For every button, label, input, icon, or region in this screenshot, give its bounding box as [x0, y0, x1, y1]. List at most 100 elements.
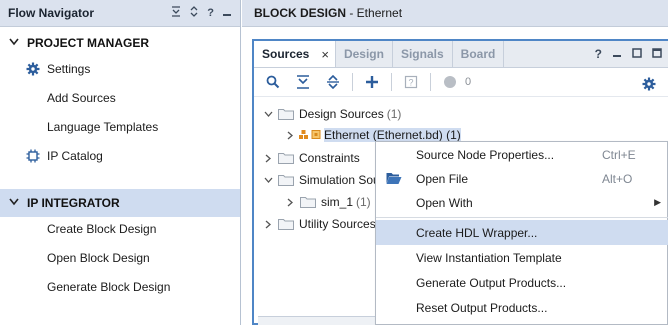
chevron-right-icon[interactable] — [284, 131, 296, 140]
gear-icon — [25, 61, 41, 77]
toolbar-divider — [352, 73, 353, 91]
nav-item-ip-catalog[interactable]: IP Catalog — [0, 142, 240, 170]
add-icon[interactable] — [361, 71, 383, 93]
menu-item-view-instantiation-template[interactable]: View Instantiation Template — [376, 245, 668, 270]
nav-item-label: Open Block Design — [47, 251, 150, 265]
menu-item-source-node-properties[interactable]: Source Node Properties... Ctrl+E — [376, 142, 668, 167]
nav-item-label: Generate Block Design — [47, 280, 171, 294]
toolbar-divider — [391, 73, 392, 91]
expand-all-icon[interactable] — [189, 6, 199, 20]
menu-item-create-hdl-wrapper[interactable]: Create HDL Wrapper... — [376, 220, 668, 245]
tree-item-constraints[interactable]: Constraints — [262, 147, 360, 169]
tree-item-label: Constraints — [299, 151, 360, 165]
folder-icon — [300, 196, 316, 208]
bottom-tab-strip — [258, 316, 376, 325]
tab-sources[interactable]: Sources × — [254, 41, 336, 67]
menu-item-label: Create HDL Wrapper... — [416, 225, 538, 240]
nav-item-generate-block-design[interactable]: Generate Block Design — [0, 273, 240, 301]
tab-signals[interactable]: Signals — [393, 41, 453, 67]
folder-icon — [278, 152, 294, 164]
menu-item-label: Generate Output Products... — [416, 275, 567, 290]
nav-item-label: Settings — [47, 62, 91, 76]
block-design-header: BLOCK DESIGN - Ethernet — [242, 0, 668, 27]
flow-navigator-header: Flow Navigator ? — [0, 0, 240, 27]
tree-item-design-sources[interactable]: Design Sources (1) — [262, 103, 401, 125]
block-design-icon — [298, 129, 322, 141]
tree-item-count: (1) — [386, 107, 402, 121]
menu-item-shortcut: Alt+O — [602, 171, 633, 186]
menu-item-open-file[interactable]: Open File Alt+O — [376, 166, 668, 191]
nav-item-label: IP Catalog — [47, 149, 103, 163]
minimize-icon[interactable] — [612, 47, 622, 61]
section-label: PROJECT MANAGER — [27, 36, 150, 50]
help-icon[interactable]: ? — [207, 7, 214, 19]
tab-label: Sources — [262, 47, 310, 61]
tree-item-label: sim_1 — [321, 195, 354, 209]
menu-separator — [376, 217, 668, 218]
collapse-all-icon[interactable] — [171, 6, 181, 20]
menu-item-reset-output-products[interactable]: Reset Output Products... — [376, 295, 668, 320]
flow-navigator-tools: ? — [171, 6, 240, 20]
menu-item-generate-output-products[interactable]: Generate Output Products... — [376, 270, 668, 295]
tab-label: Design — [343, 47, 384, 61]
expand-all-icon[interactable] — [322, 71, 344, 93]
tree-item-label: Design Sources — [299, 107, 384, 121]
tab-board[interactable]: Board — [453, 41, 505, 67]
search-icon[interactable] — [262, 71, 284, 93]
menu-item-label: Source Node Properties... — [416, 147, 555, 162]
tab-label: Signals — [400, 47, 444, 61]
close-icon[interactable]: × — [321, 47, 329, 62]
help-icon[interactable]: ? — [595, 47, 602, 61]
submenu-arrow-icon: ▶ — [654, 197, 661, 207]
menu-item-shortcut: Ctrl+E — [602, 147, 636, 162]
nav-item-language-templates[interactable]: Language Templates — [0, 113, 240, 141]
collapse-all-icon[interactable] — [292, 71, 314, 93]
chevron-down-icon[interactable] — [262, 177, 274, 184]
maximize-icon[interactable] — [652, 47, 662, 61]
menu-item-open-with[interactable]: Open With ▶ — [376, 190, 668, 215]
ip-catalog-icon — [25, 148, 41, 164]
nav-item-open-block-design[interactable]: Open Block Design — [0, 244, 240, 272]
section-label: IP INTEGRATOR — [27, 196, 120, 210]
tree-item-count: (1) — [356, 195, 371, 209]
svg-text:?: ? — [408, 78, 413, 88]
tree-item-utility-sources[interactable]: Utility Sources — [262, 213, 376, 235]
restore-icon[interactable] — [632, 47, 642, 61]
block-design-title: BLOCK DESIGN — [254, 6, 347, 20]
menu-item-label: Reset Output Products... — [416, 300, 548, 315]
open-folder-icon — [386, 171, 402, 188]
chevron-right-icon[interactable] — [284, 198, 296, 207]
tree-item-simulation-sources[interactable]: Simulation Sou — [262, 169, 380, 191]
menu-item-label: Open File — [416, 171, 469, 186]
nav-item-settings[interactable]: Settings — [0, 55, 240, 83]
status-icon[interactable] — [439, 71, 461, 93]
tree-item-label: Ethernet (Ethernet.bd) (1) — [324, 128, 461, 142]
nav-item-label: Create Block Design — [47, 222, 157, 236]
context-menu: Source Node Properties... Ctrl+E Open Fi… — [375, 141, 668, 325]
tree-item-label: Simulation Sou — [299, 173, 380, 187]
tab-design[interactable]: Design — [336, 41, 393, 67]
chevron-down-icon[interactable] — [262, 111, 274, 118]
tab-label: Board — [460, 47, 496, 61]
flow-navigator-title: Flow Navigator — [8, 6, 95, 20]
section-ip-integrator[interactable]: IP INTEGRATOR — [0, 189, 240, 217]
nav-item-add-sources[interactable]: Add Sources — [0, 84, 240, 112]
section-project-manager[interactable]: PROJECT MANAGER — [0, 29, 240, 57]
nav-item-label: Add Sources — [47, 91, 116, 105]
folder-icon — [278, 218, 294, 230]
folder-icon — [278, 174, 294, 186]
nav-item-create-block-design[interactable]: Create Block Design — [0, 215, 240, 243]
minimize-icon[interactable] — [222, 7, 232, 20]
chevron-right-icon[interactable] — [262, 154, 274, 163]
chevron-down-icon — [9, 38, 23, 49]
chevron-right-icon[interactable] — [262, 220, 274, 229]
menu-item-label: View Instantiation Template — [416, 250, 562, 265]
tree-item-sim-1[interactable]: sim_1 (1) — [284, 191, 371, 213]
block-design-name: - Ethernet — [346, 6, 403, 20]
gear-icon[interactable] — [642, 77, 656, 94]
menu-item-label: Open With — [416, 195, 473, 210]
properties-icon[interactable]: ? — [400, 71, 422, 93]
status-count: 0 — [465, 76, 472, 88]
sources-tabbar: Sources × Design Signals Board ? — [254, 41, 668, 68]
panel-tools: ? — [595, 41, 668, 67]
